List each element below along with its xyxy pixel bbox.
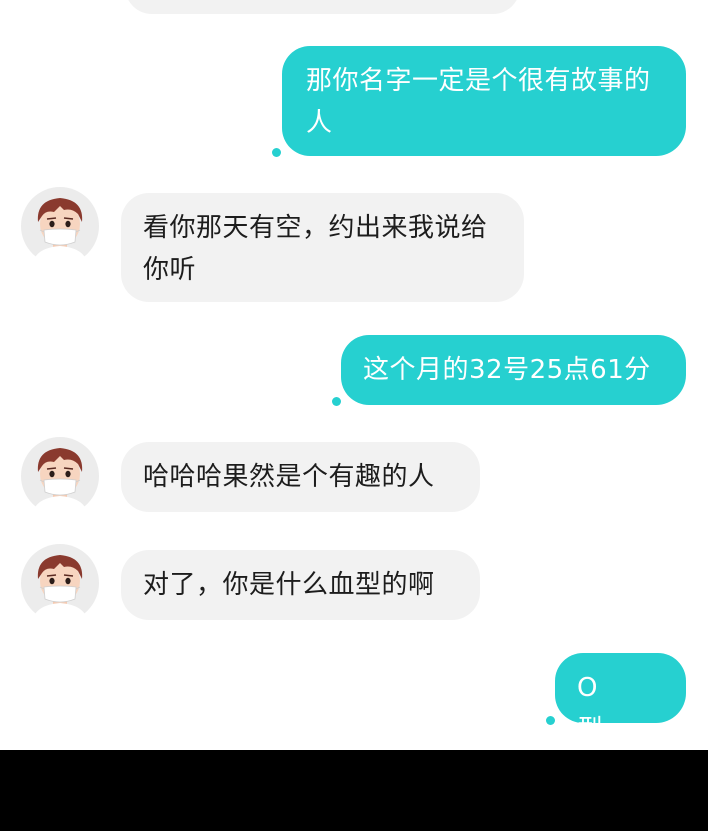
message-text: O型……: [577, 673, 657, 745]
masked-boy-avatar-icon[interactable]: [20, 186, 100, 266]
message-text: 看你那天有空，约出来我说给你听: [143, 213, 488, 285]
message-text: 这个月的32号25点61分: [363, 355, 651, 385]
outgoing-message-bubble[interactable]: 这个月的32号25点61分: [341, 335, 686, 405]
masked-boy-avatar-icon[interactable]: [20, 436, 100, 516]
incoming-message-bubble[interactable]: 对了，你是什么血型的啊: [121, 550, 480, 620]
chat-screen: 那你名字一定是个很有故事的人 看你那天有空，约出来我说给你听 这个月的32号25…: [0, 0, 708, 750]
masked-boy-avatar-icon[interactable]: [20, 543, 100, 623]
incoming-message-bubble[interactable]: 看你那天有空，约出来我说给你听: [121, 193, 524, 302]
sent-indicator-dot: [546, 716, 555, 725]
message-text: 那你名字一定是个很有故事的人: [306, 66, 651, 138]
sent-indicator-dot: [332, 397, 341, 406]
message-text: 对了，你是什么血型的啊: [143, 570, 435, 600]
outgoing-message-bubble[interactable]: O型……: [555, 653, 686, 745]
message-text: 哈哈哈果然是个有趣的人: [143, 462, 435, 492]
partial-message-bubble: [125, 0, 520, 14]
bottom-black-bar: [0, 750, 708, 831]
sent-indicator-dot: [272, 148, 281, 157]
incoming-message-bubble[interactable]: 哈哈哈果然是个有趣的人: [121, 442, 480, 512]
outgoing-message-bubble[interactable]: 那你名字一定是个很有故事的人: [282, 46, 686, 156]
